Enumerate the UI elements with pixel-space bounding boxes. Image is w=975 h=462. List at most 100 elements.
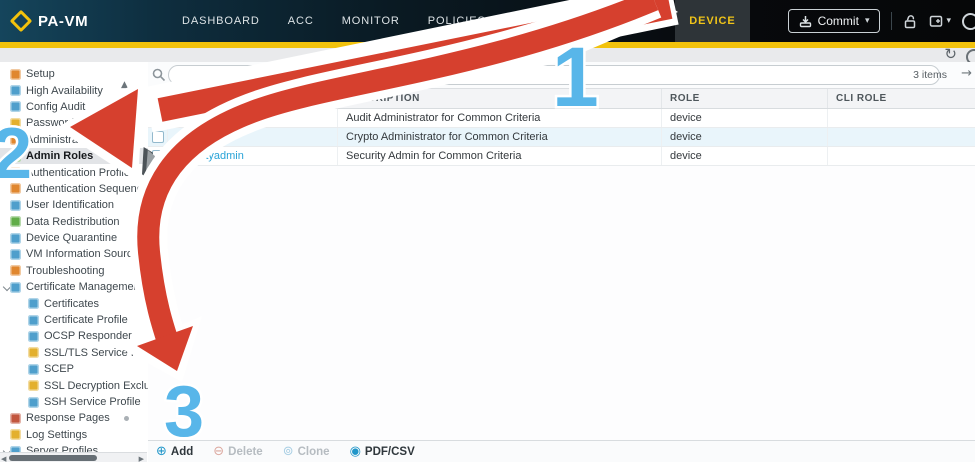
row-checkbox[interactable] — [152, 112, 164, 124]
refresh-icon[interactable]: ↻ — [944, 45, 957, 63]
pan-logo-icon — [9, 9, 33, 33]
sidebar-item-device-quarantine[interactable]: Device Quarantine — [0, 230, 148, 246]
search-row: 3 items → — [148, 62, 975, 88]
password-profiles-icon — [10, 117, 21, 129]
sidebar-item-password-profiles[interactable]: Password Profiles — [0, 115, 148, 131]
sidebar-item-certificate-profile[interactable]: Certificate Profile — [0, 312, 148, 328]
troubleshooting-icon — [10, 265, 21, 277]
scroll-right-icon[interactable]: ▶ — [139, 455, 144, 462]
col-description: DESCRIPTION — [338, 89, 662, 108]
sidebar-item-scep[interactable]: SCEP — [0, 361, 148, 377]
search-input[interactable] — [168, 65, 940, 85]
top-nav: PA-VM DASHBOARD ACC MONITOR POLICIES OBJ… — [0, 0, 975, 42]
tab-acc[interactable]: ACC — [274, 0, 328, 42]
col-name — [168, 89, 338, 108]
commit-button[interactable]: Commit ▾ — [787, 9, 881, 33]
config-audit-icon — [10, 101, 21, 113]
tab-policies[interactable]: POLICIES — [414, 0, 500, 42]
user-identification-icon — [10, 199, 21, 211]
vertical-scrollbar-thumb[interactable] — [123, 94, 130, 115]
col-cli-role: CLI ROLE — [836, 93, 887, 104]
add-button[interactable]: ⊕ Add — [156, 444, 193, 459]
scep-icon — [28, 363, 39, 375]
row-cli-role — [828, 147, 975, 165]
vm-information-sources-icon — [10, 248, 21, 260]
horizontal-scrollbar[interactable]: ◀ ▶ — [0, 452, 147, 462]
row-cli-role — [828, 109, 975, 127]
administrators-icon — [10, 134, 21, 146]
log-settings-icon — [10, 429, 21, 441]
ocsp-responder-icon — [28, 330, 39, 342]
sidebar-item-data-redistribution[interactable]: Data Redistribution — [0, 214, 148, 230]
admin-name-link[interactable]: securityadmin — [176, 150, 244, 162]
pdf-csv-button[interactable]: ◉ PDF/CSV — [350, 444, 415, 459]
tab-dashboard[interactable]: DASHBOARD — [168, 0, 274, 42]
sidebar-item-ssl-tls-service-profile[interactable]: SSL/TLS Service Profile — [0, 345, 148, 361]
certificates-icon — [28, 298, 39, 310]
setup-icon — [10, 68, 21, 80]
clone-circle-icon: ⊚ — [282, 444, 294, 459]
authentication-profile-icon — [10, 167, 21, 179]
search-icon — [152, 68, 166, 82]
ssl-tls-service-profile-icon — [28, 347, 39, 359]
sidebar-item-ocsp-responder[interactable]: OCSP Responder — [0, 328, 148, 344]
divider — [891, 12, 893, 30]
sidebar-item-user-identification[interactable]: User Identification — [0, 197, 148, 213]
main-tabs: DASHBOARD ACC MONITOR POLICIES OBJECTS N… — [168, 0, 750, 42]
sidebar-item-certificates[interactable]: Certificates — [0, 295, 148, 311]
data-redistribution-icon — [10, 216, 21, 228]
config-save-icon[interactable]: ▾ — [929, 14, 951, 29]
col-role: ROLE — [662, 89, 828, 108]
plus-circle-icon: ⊕ — [156, 444, 167, 459]
tab-device[interactable]: DEVICE — [675, 0, 750, 42]
sidebar-item-response-pages[interactable]: Response Pages — [0, 410, 148, 426]
next-page-icon[interactable]: → — [961, 66, 972, 81]
authentication-sequence-icon — [10, 183, 21, 195]
scroll-left-icon[interactable]: ◀ — [1, 455, 6, 462]
sidebar-item-authentication-sequence[interactable]: Authentication Sequence — [0, 181, 148, 197]
sidebar-item-administrators[interactable]: Administrators — [0, 132, 148, 148]
horizontal-scrollbar-thumb[interactable] — [9, 455, 97, 461]
row-cli-role — [828, 128, 975, 146]
admin-roles-icon — [10, 150, 21, 162]
scroll-up-icon[interactable]: ▲ — [121, 80, 128, 90]
delete-button[interactable]: ⊖ Delete — [213, 444, 262, 459]
table-row[interactable]: Audit Administrator for Common Criteria … — [148, 109, 975, 128]
ssl-decryption-exclusion-icon — [28, 380, 39, 392]
table-row[interactable]: securityadmin Security Admin for Common … — [148, 147, 975, 166]
tab-network[interactable]: NETWORK — [585, 0, 676, 42]
tab-objects[interactable]: OBJECTS — [500, 0, 585, 42]
sidebar-item-troubleshooting[interactable]: Troubleshooting — [0, 263, 148, 279]
ssh-service-profile-icon — [28, 396, 39, 408]
chevron-down-icon: ▾ — [864, 16, 870, 26]
row-description: Security Admin for Common Criteria — [338, 147, 662, 165]
certificate-management-icon — [10, 281, 21, 293]
admin-name-link[interactable]: cryptoadmin — [176, 131, 236, 143]
sidebar-item-authentication-profile[interactable]: Authentication Profile — [0, 164, 148, 180]
tab-monitor[interactable]: MONITOR — [328, 0, 414, 42]
sidebar-item-vm-information-sources[interactable]: VM Information Sources — [0, 246, 148, 262]
sidebar-item-certificate-management[interactable]: Certificate Management — [0, 279, 148, 295]
clone-button[interactable]: ⊚ Clone — [283, 444, 330, 459]
high-availability-icon — [10, 85, 21, 97]
certificate-profile-icon — [28, 314, 39, 326]
row-checkbox[interactable] — [152, 131, 164, 143]
commit-label: Commit — [817, 14, 859, 28]
device-quarantine-icon — [10, 232, 21, 244]
brand: PA-VM — [9, 0, 88, 42]
page-body: ↻ Setup High Availability Config Audit P… — [0, 45, 975, 462]
help-icon[interactable] — [962, 12, 975, 30]
unlock-icon[interactable] — [903, 14, 918, 29]
row-description: Crypto Administrator for Common Criteria — [338, 128, 662, 146]
sidebar-item-ssh-service-profile[interactable]: SSH Service Profile — [0, 394, 148, 410]
action-bar: ⊕ Add ⊖ Delete ⊚ Clone ◉ PDF/CSV — [148, 440, 975, 462]
nav-right-controls: Commit ▾ ▾ — [787, 0, 975, 42]
sidebar-item-admin-roles[interactable]: Admin Roles — [0, 147, 148, 165]
items-count: 3 items — [913, 69, 947, 81]
sidebar-item-log-settings[interactable]: Log Settings — [0, 427, 148, 443]
sidebar-item-ssl-decryption-exclusion[interactable]: SSL Decryption Exclusion — [0, 377, 148, 393]
table-row[interactable]: cryptoadmin Crypto Administrator for Com… — [148, 128, 975, 147]
table-header: DESCRIPTION ROLE CLI ROLE — [148, 88, 975, 109]
document-circle-icon: ◉ — [349, 444, 361, 459]
pa-vm-window: PA-VM DASHBOARD ACC MONITOR POLICIES OBJ… — [0, 0, 975, 462]
